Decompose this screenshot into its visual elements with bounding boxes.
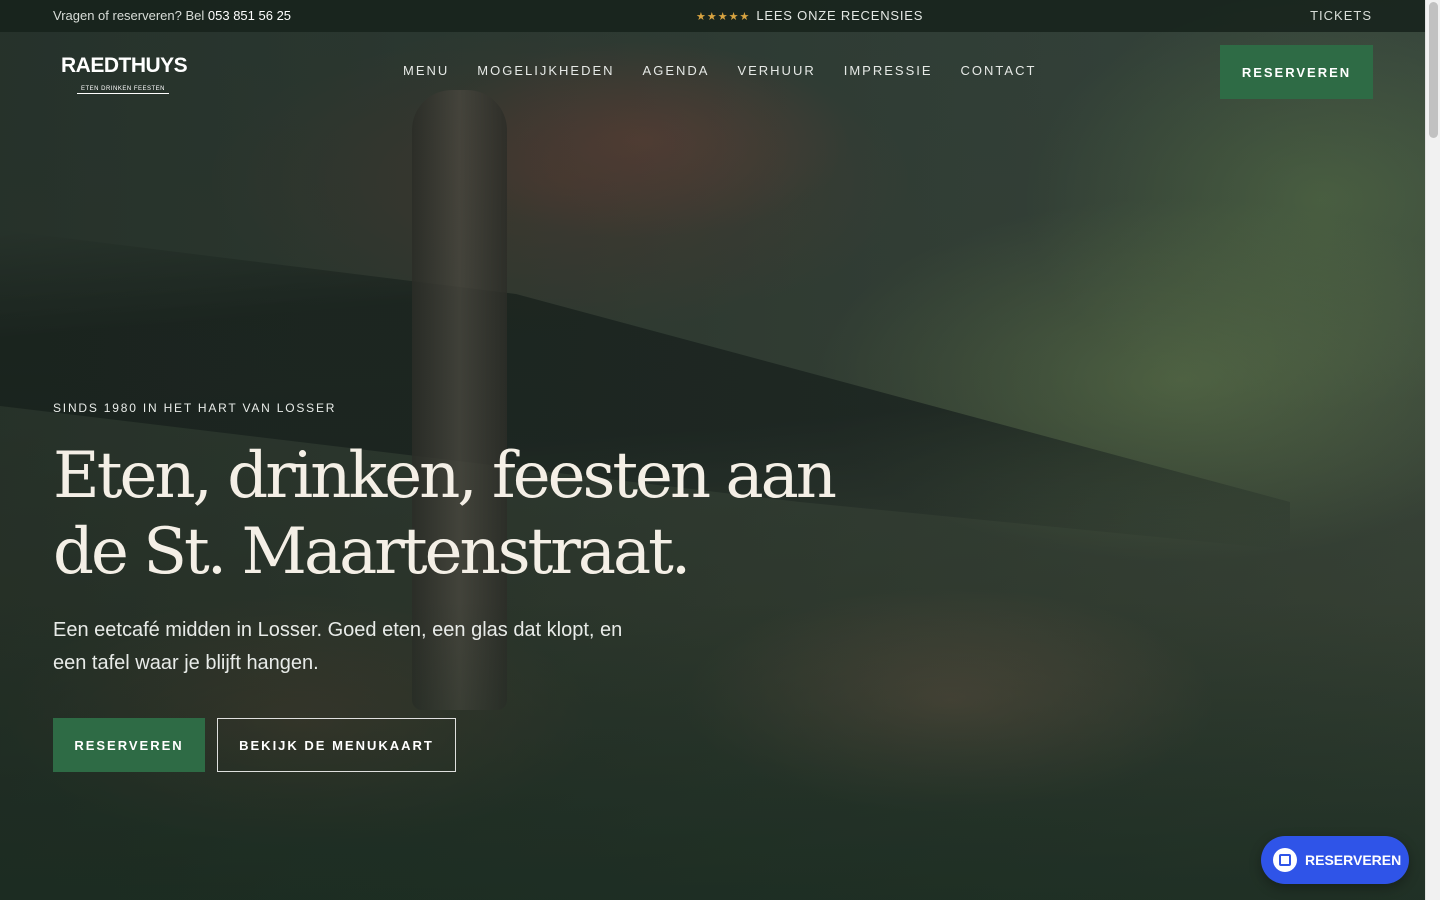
nav-item-menu[interactable]: MENU	[403, 63, 449, 78]
hero-lead: Een eetcafé midden in Losser. Goed eten,…	[53, 619, 623, 674]
header-reserve-button[interactable]: RESERVEREN	[1220, 45, 1373, 99]
phone-link[interactable]: 053 851 56 25	[208, 8, 291, 23]
nav-item-impressie[interactable]: IMPRESSIE	[844, 63, 933, 78]
reviews-link[interactable]: ★★★★★ LEES ONZE RECENSIES	[696, 8, 923, 23]
hero-eyebrow: SINDS 1980 IN HET HART VAN LOSSER	[53, 401, 337, 415]
tickets-link[interactable]: TICKETS	[1310, 8, 1372, 23]
page-scrollbar[interactable]	[1425, 0, 1440, 900]
hero-reserve-button[interactable]: RESERVEREN	[53, 718, 205, 772]
view-menu-button[interactable]: BEKIJK DE MENUKAART	[217, 718, 456, 772]
reviews-link-label: LEES ONZE RECENSIES	[756, 8, 924, 23]
nav-item-verhuur[interactable]: VERHUUR	[737, 63, 815, 78]
logo-tagline: ETEN DRINKEN FEESTEN	[76, 86, 169, 94]
floating-reserve-label: RESERVEREN	[1305, 852, 1402, 868]
top-bar: Vragen of reserveren? Bel 053 851 56 25 …	[0, 0, 1425, 32]
logo[interactable]: RAEDTHUYS ETEN DRINKEN FEESTEN	[61, 54, 188, 95]
scrollbar-thumb[interactable]	[1429, 2, 1438, 138]
hero-headline: Eten, drinken, feesten aan de St. Maarte…	[53, 439, 837, 589]
nav-item-agenda[interactable]: AGENDA	[643, 63, 710, 78]
booking-icon	[1273, 848, 1297, 872]
star-rating-icon: ★★★★★	[696, 11, 751, 23]
contact-info: Vragen of reserveren? Bel 053 851 56 25	[53, 8, 291, 23]
floating-reserve-widget[interactable]: RESERVEREN	[1261, 836, 1409, 884]
nav-item-mogelijkheden[interactable]: MOGELIJKHEDEN	[477, 63, 614, 78]
main-nav: MENU MOGELIJKHEDEN AGENDA VERHUUR IMPRES…	[403, 63, 1036, 78]
nav-item-contact[interactable]: CONTACT	[961, 63, 1037, 78]
logo-wordmark: RAEDTHUYS	[61, 54, 188, 77]
contact-prefix: Vragen of reserveren? Bel	[53, 8, 208, 23]
